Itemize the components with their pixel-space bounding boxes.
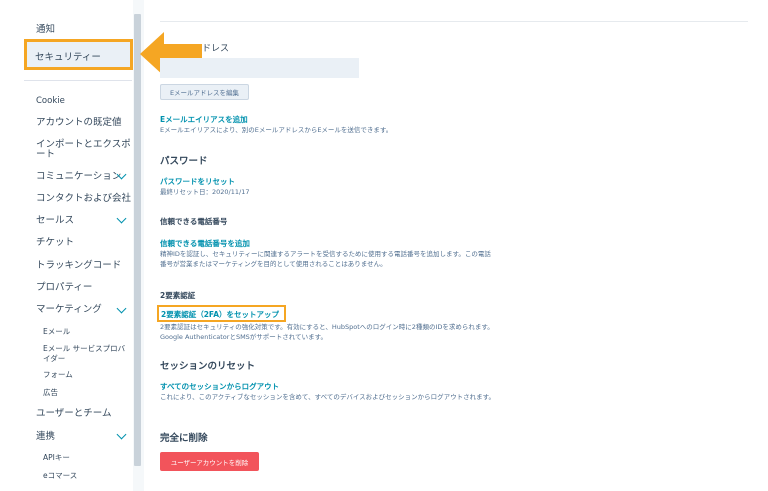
- password-heading: パスワード: [160, 156, 208, 167]
- session-reset-description: これにより、このアクティブなセッションを含めて、すべてのデバイスおよびセッション…: [160, 393, 496, 401]
- add-email-alias-link[interactable]: Eメールエイリアスを追加: [160, 114, 248, 125]
- sidebar-divider: [24, 80, 132, 81]
- two-factor-heading: 2要素認証: [160, 291, 196, 300]
- sidebar-item-security[interactable]: セキュリティー: [24, 39, 133, 70]
- session-reset-heading: セッションのリセット: [160, 361, 256, 372]
- sidebar-item-communications[interactable]: コミュニケーション: [36, 171, 121, 183]
- email-address-label: ドレス: [202, 44, 230, 54]
- delete-user-account-button[interactable]: ユーザーアカウントを削除: [160, 452, 259, 471]
- sidebar-subitem-ads[interactable]: 広告: [43, 387, 58, 399]
- sidebar-subitem-email-provider[interactable]: Eメール サービスプロバイダー: [43, 344, 128, 364]
- sidebar-item-tickets[interactable]: チケット: [36, 237, 74, 249]
- add-trusted-phone-link[interactable]: 信頼できる電話番号を追加: [160, 238, 250, 249]
- sidebar-item-account-defaults[interactable]: アカウントの既定値: [36, 117, 122, 129]
- sidebar-item-contacts-companies[interactable]: コンタクトおよび会社: [36, 193, 131, 205]
- sidebar-item-integrations[interactable]: 連携: [36, 431, 55, 443]
- sidebar-item-marketing[interactable]: マーケティング: [36, 304, 102, 316]
- chevron-down-icon[interactable]: [116, 213, 127, 224]
- sidebar-item-users-teams[interactable]: ユーザーとチーム: [36, 408, 112, 420]
- sidebar-item-notifications[interactable]: 通知: [36, 24, 55, 36]
- email-address-field: [160, 58, 359, 78]
- chevron-down-icon[interactable]: [116, 429, 127, 440]
- sidebar-item-properties[interactable]: プロパティー: [36, 282, 92, 294]
- email-alias-description: Eメールエイリアスにより、別のEメールアドレスからEメールを送信できます。: [160, 126, 393, 134]
- sidebar-subitem-api-key[interactable]: APIキー: [43, 452, 70, 464]
- sidebar-subitem-forms[interactable]: フォーム: [43, 369, 73, 381]
- edit-email-button[interactable]: Eメールアドレスを編集: [160, 84, 249, 100]
- content-top-divider: [160, 21, 748, 22]
- settings-sidebar: 通知 セキュリティー Cookie アカウントの既定値 インポートとエクスポート…: [0, 0, 133, 491]
- trusted-phone-heading: 信頼できる電話番号: [160, 217, 228, 226]
- delete-heading: 完全に削除: [160, 433, 208, 444]
- password-last-reset: 最終リセット日：2020/11/17: [160, 188, 250, 196]
- trusted-phone-description: 精神IDを認証し、セキュリティーに関連するアラートを受信するために使用する電話番…: [160, 250, 491, 268]
- sidebar-item-import-export[interactable]: インポートとエクスポート: [36, 140, 131, 160]
- setup-2fa-link[interactable]: 2要素認証（2FA）をセットアップ: [161, 309, 279, 320]
- sidebar-item-cookie[interactable]: Cookie: [36, 95, 65, 107]
- two-factor-description: 2要素認証はセキュリティの強化対策です。有効にすると、HubSpotへのログイン…: [160, 323, 494, 341]
- sidebar-subitem-ecommerce[interactable]: eコマース: [43, 470, 77, 482]
- sidebar-scrollbar-thumb[interactable]: [134, 14, 141, 466]
- sidebar-item-label: セキュリティー: [35, 52, 101, 63]
- chevron-down-icon[interactable]: [116, 303, 127, 314]
- sidebar-item-sales[interactable]: セールス: [36, 215, 74, 227]
- sidebar-subitem-email[interactable]: Eメール: [43, 326, 70, 338]
- sidebar-item-tracking-code[interactable]: トラッキングコード: [36, 260, 121, 272]
- reset-password-link[interactable]: パスワードをリセット: [160, 176, 235, 187]
- logout-all-sessions-link[interactable]: すべてのセッションからログアウト: [160, 381, 279, 392]
